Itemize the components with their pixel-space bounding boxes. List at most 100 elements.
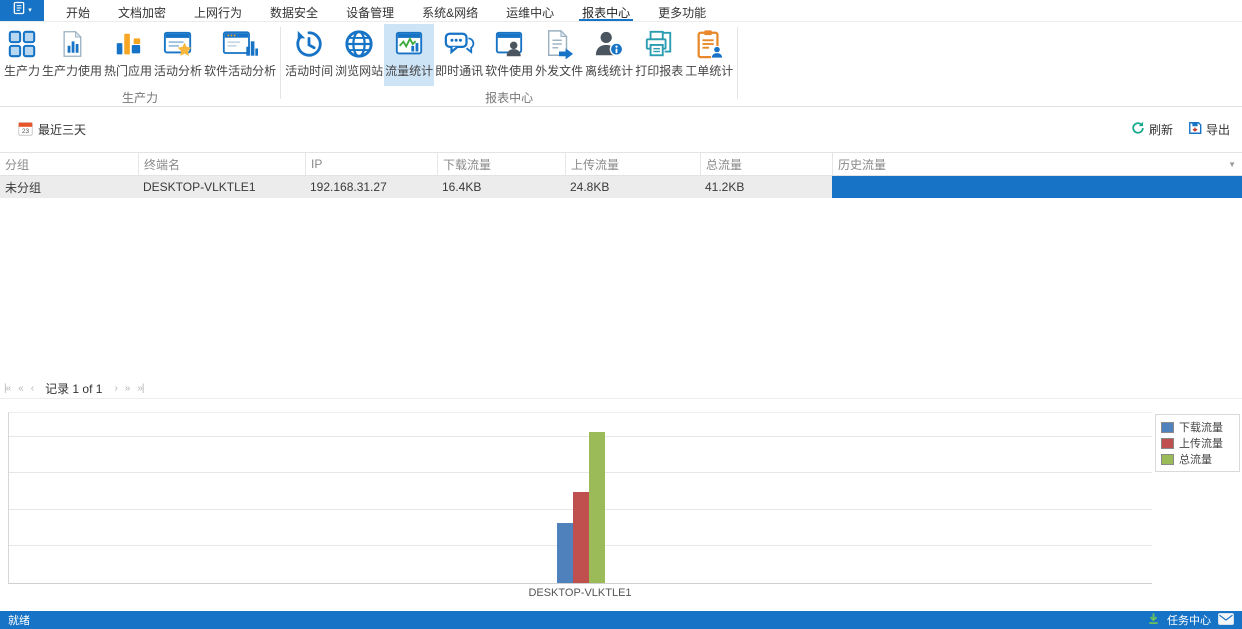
tab-system-network[interactable]: 系统&网络 (408, 0, 492, 21)
ribbon-group-productivity: 生产力 生产力使用 热门应用 活动分析 (3, 24, 277, 106)
chart-gridline (9, 472, 1152, 473)
prev-page-icon[interactable]: ‹ (31, 383, 33, 394)
date-range-label: 最近三天 (38, 121, 86, 138)
app-menu-button[interactable]: ▾ (0, 0, 44, 21)
column-header-download[interactable]: 下载流量 (437, 153, 565, 175)
refresh-button[interactable]: 刷新 (1131, 121, 1173, 138)
ribbon-button-print-report[interactable]: 打印报表 (634, 24, 684, 86)
chat-bubbles-icon (443, 27, 475, 60)
ribbon-button-work-order-stats[interactable]: 工单统计 (684, 24, 734, 86)
ribbon-button-browsed-websites[interactable]: 浏览网站 (334, 24, 384, 86)
ribbon-button-label: 外发文件 (535, 62, 583, 79)
download-arrow-icon[interactable] (1147, 612, 1160, 628)
column-header-ip[interactable]: IP (305, 153, 437, 175)
first-page-icon[interactable]: |« (4, 383, 10, 394)
ribbon-group-divider (280, 27, 281, 99)
ribbon-group-label: 报表中心 (284, 86, 734, 106)
task-center-label[interactable]: 任务中心 (1167, 612, 1211, 628)
ribbon-button-label: 离线统计 (585, 62, 633, 79)
next-page-icon[interactable]: › (114, 383, 116, 394)
ribbon-button-traffic-stats[interactable]: 流量统计 (384, 24, 434, 86)
refresh-icon (1131, 121, 1145, 138)
ribbon-button-productivity-usage[interactable]: 生产力使用 (41, 24, 103, 86)
ribbon-button-label: 软件活动分析 (204, 62, 276, 79)
report-toolbar: 23 最近三天 刷新 导出 (0, 107, 1242, 152)
doc-bar-chart-icon (58, 27, 86, 60)
ribbon-button-instant-messaging[interactable]: 即时通讯 (434, 24, 484, 86)
ribbon-button-outgoing-files[interactable]: 外发文件 (534, 24, 584, 86)
svg-text:23: 23 (22, 128, 30, 135)
calendar-icon: 23 (18, 121, 33, 139)
ribbon-button-label: 软件使用 (485, 62, 533, 79)
last-page-icon[interactable]: »| (137, 383, 143, 394)
ribbon-button-label: 打印报表 (635, 62, 683, 79)
ribbon-button-activity-analysis[interactable]: 活动分析 (153, 24, 203, 86)
ribbon-button-software-usage[interactable]: 软件使用 (484, 24, 534, 86)
tab-start[interactable]: 开始 (52, 0, 104, 21)
tab-ops-center[interactable]: 运维中心 (492, 0, 568, 21)
status-ready-label: 就绪 (8, 612, 30, 628)
user-info-icon (594, 27, 624, 60)
cell-history (832, 176, 1242, 198)
tab-more-features[interactable]: 更多功能 (644, 0, 720, 21)
ribbon-button-label: 活动时间 (285, 62, 333, 79)
legend-swatch (1161, 422, 1174, 433)
ribbon: 生产力 生产力使用 热门应用 活动分析 (0, 22, 1242, 107)
ribbon-group-label: 生产力 (3, 86, 277, 106)
ribbon-button-label: 浏览网站 (335, 62, 383, 79)
ribbon-button-label: 热门应用 (104, 62, 152, 79)
ribbon-button-software-activity-analysis[interactable]: 软件活动分析 (203, 24, 277, 86)
table-header: 分组 终端名 IP 下载流量 上传流量 总流量 历史流量 ▼ (0, 152, 1242, 176)
column-menu-dropdown-icon[interactable]: ▼ (1228, 160, 1236, 169)
export-button[interactable]: 导出 (1188, 121, 1230, 138)
chart-category-label: DESKTOP-VLKTLE1 (8, 587, 1152, 599)
record-count-label: 记录 1 of 1 (45, 380, 102, 397)
column-header-terminal[interactable]: 终端名 (138, 153, 305, 175)
fast-next-icon[interactable]: » (125, 383, 130, 394)
ribbon-button-label: 生产力 (4, 62, 40, 79)
message-envelope-icon[interactable] (1218, 613, 1234, 628)
chart-bar-series-2 (589, 432, 605, 583)
traffic-stats-icon (394, 27, 424, 60)
ribbon-button-productivity[interactable]: 生产力 (3, 24, 41, 86)
pagination-bar: |« « ‹ 记录 1 of 1 › » »| (0, 379, 1242, 399)
status-bar: 就绪 任务中心 (0, 611, 1242, 629)
column-header-history[interactable]: 历史流量 (832, 153, 1242, 175)
chart-gridline (9, 436, 1152, 437)
cell-terminal: DESKTOP-VLKTLE1 (138, 176, 305, 198)
chart-plot-area (8, 412, 1152, 584)
table-row[interactable]: 未分组 DESKTOP-VLKTLE1 192.168.31.27 16.4KB… (0, 176, 1242, 198)
date-range-filter[interactable]: 23 最近三天 (18, 121, 86, 139)
chart-bar-series-0 (557, 523, 573, 583)
ribbon-button-label: 生产力使用 (42, 62, 102, 79)
productivity-grid-icon (7, 27, 37, 60)
window-user-icon (494, 27, 524, 60)
cell-total: 41.2KB (700, 176, 832, 198)
legend-item-upload: 上传流量 (1161, 435, 1234, 451)
tab-device-management[interactable]: 设备管理 (332, 0, 408, 21)
legend-item-total: 总流量 (1161, 451, 1234, 467)
cell-upload: 24.8KB (565, 176, 700, 198)
tab-document-encryption[interactable]: 文档加密 (104, 0, 180, 21)
tab-report-center[interactable]: 报表中心 (568, 0, 644, 21)
legend-label: 上传流量 (1179, 435, 1223, 451)
cell-download: 16.4KB (437, 176, 565, 198)
ribbon-button-hot-apps[interactable]: 热门应用 (103, 24, 153, 86)
traffic-bar-chart: DESKTOP-VLKTLE1 下载流量 上传流量 总流量 (0, 399, 1242, 611)
ribbon-button-active-time[interactable]: 活动时间 (284, 24, 334, 86)
column-header-total[interactable]: 总流量 (700, 153, 832, 175)
legend-label: 总流量 (1179, 451, 1212, 467)
ribbon-button-label: 工单统计 (685, 62, 733, 79)
ribbon-group-divider (737, 27, 738, 99)
legend-label: 下载流量 (1179, 419, 1223, 435)
column-header-upload[interactable]: 上传流量 (565, 153, 700, 175)
chart-bar-series-1 (573, 492, 589, 583)
ribbon-button-offline-stats[interactable]: 离线统计 (584, 24, 634, 86)
doc-send-icon (544, 27, 574, 60)
column-header-group[interactable]: 分组 (0, 153, 138, 175)
tab-internet-behavior[interactable]: 上网行为 (180, 0, 256, 21)
chevron-down-icon: ▾ (28, 7, 32, 14)
fast-prev-icon[interactable]: « (18, 383, 23, 394)
tab-data-security[interactable]: 数据安全 (256, 0, 332, 21)
menu-bar: ▾ 开始 文档加密 上网行为 数据安全 设备管理 系统&网络 运维中心 报表中心… (0, 0, 1242, 22)
